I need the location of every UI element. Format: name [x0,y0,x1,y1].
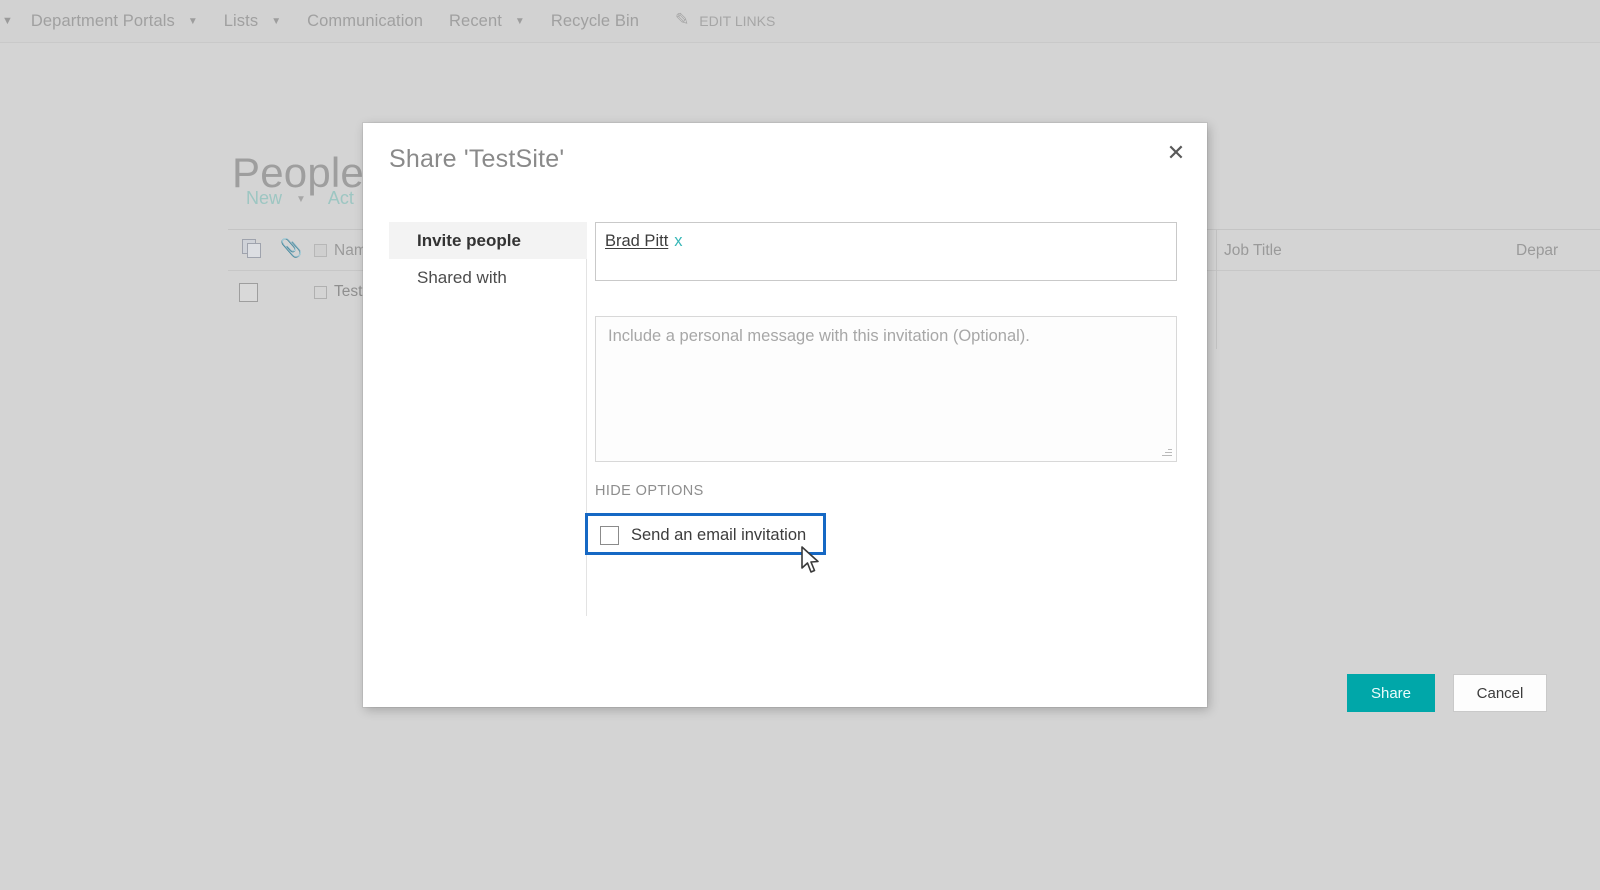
column-header-department[interactable]: Depar [1516,242,1558,260]
nav-item-recent[interactable]: Recent ▼ [449,12,525,31]
edit-links-label: EDIT LINKS [699,13,776,29]
actions-button[interactable]: Act [328,188,354,209]
nav-item-label: Lists [223,11,259,30]
dialog-nav-label: Invite people [417,230,521,250]
paperclip-icon: 📎 [280,238,303,258]
nav-item-label: Recycle Bin [550,11,640,30]
nav-item-recycle-bin[interactable]: Recycle Bin [551,12,639,31]
row-select-checkbox[interactable] [239,283,258,302]
command-bar: New ▼ Act [246,188,368,209]
nav-item-label: Department Portals [30,11,175,30]
send-email-invitation-checkbox[interactable] [600,526,619,545]
chevron-down-icon[interactable]: ▼ [188,17,198,27]
nav-item-communication[interactable]: Communication [307,12,423,31]
dialog-nav-item-shared-with[interactable]: Shared with [389,259,587,296]
dialog-nav-label: Shared with [417,267,507,287]
recipient-chip: Brad Pitt x [605,232,683,251]
pencil-icon: ✎ [675,10,690,29]
dialog-title: Share 'TestSite' [389,145,565,173]
dialog-nav-item-invite-people[interactable]: Invite people [389,222,587,259]
new-button[interactable]: New [246,188,282,209]
column-divider [1216,229,1217,349]
nav-item-lists[interactable]: Lists ▼ [224,12,281,31]
cancel-button[interactable]: Cancel [1453,674,1547,712]
dialog-side-nav: Invite people Shared with [389,222,587,616]
nav-item-label: Communication [307,11,424,30]
share-dialog: Share 'TestSite' ✕ Invite people Shared … [363,123,1547,712]
email-invitation-highlight: Send an email invitation [585,513,826,555]
select-all-checkbox[interactable] [314,244,327,257]
column-header-job-title[interactable]: Job Title [1224,242,1282,260]
recipient-name[interactable]: Brad Pitt [605,232,668,250]
row-secondary-checkbox[interactable] [314,286,327,299]
chevron-down-icon[interactable]: ▼ [2,15,13,27]
chevron-down-icon[interactable]: ▼ [271,17,281,27]
close-icon[interactable]: ✕ [1161,138,1191,168]
send-email-invitation-label: Send an email invitation [631,526,807,544]
recipient-input[interactable]: Brad Pitt x [595,222,1177,281]
hide-options-toggle[interactable]: HIDE OPTIONS [595,483,704,499]
top-navigation-bar: ▼ Department Portals ▼ Lists ▼ Communica… [0,0,1600,43]
share-button[interactable]: Share [1347,674,1435,712]
nav-item-label: Recent [449,11,502,30]
personal-message-textarea[interactable] [595,316,1177,462]
row-name-cell[interactable]: Test [334,283,362,301]
chevron-down-icon[interactable]: ▼ [515,17,525,27]
remove-recipient-icon[interactable]: x [674,232,682,250]
edit-links-button[interactable]: ✎ EDIT LINKS [675,10,776,31]
nav-item-department-portals[interactable]: Department Portals ▼ [31,12,198,31]
send-email-invitation-option[interactable]: Send an email invitation [600,526,806,545]
chevron-down-icon[interactable]: ▼ [296,194,306,205]
